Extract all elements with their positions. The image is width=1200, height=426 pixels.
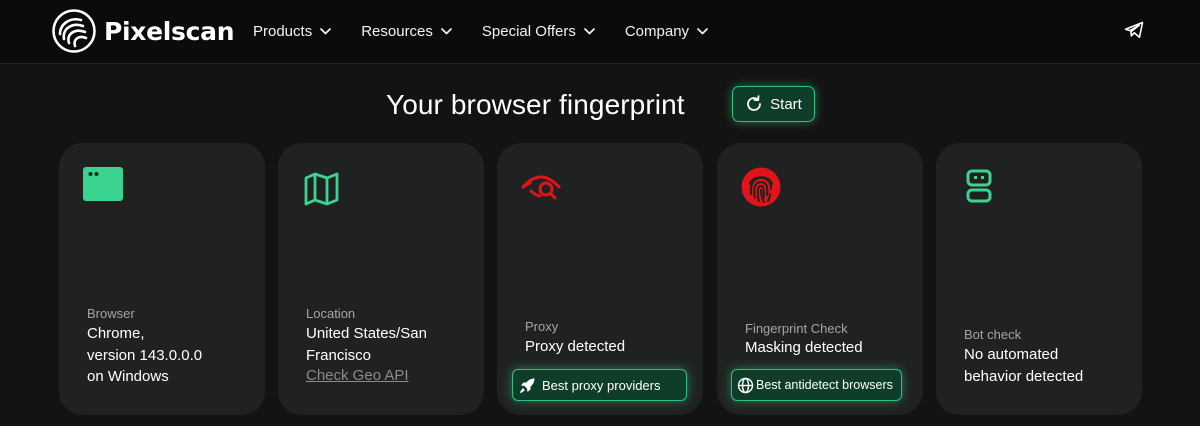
best-antidetect-browsers-label: Best antidetect browsers: [756, 378, 893, 392]
location-value-line: Francisco: [306, 346, 372, 364]
nav-company-label: Company: [624, 22, 690, 40]
map-icon: [302, 167, 342, 207]
telegram-icon[interactable]: [1124, 21, 1144, 39]
proxy-value: Proxy detected: [525, 338, 626, 355]
nav-special-offers-label: Special Offers: [481, 22, 576, 40]
chevron-down-icon: [697, 27, 708, 34]
best-antidetect-browsers-button[interactable]: Best antidetect browsers: [731, 369, 902, 401]
browser-value-line: version 143.0.0.0: [87, 346, 203, 364]
eye-search-icon: [521, 167, 561, 207]
nav-resources-label: Resources: [361, 22, 433, 40]
bot-check-card: Bot check No automated behavior detected: [936, 143, 1142, 415]
nav-products-label: Products: [253, 22, 313, 40]
top-navbar: Pixelscan Products Resources Special Off…: [0, 0, 1200, 64]
best-proxy-providers-label: Best proxy providers: [542, 377, 661, 393]
pixelscan-logo-icon: [52, 9, 96, 53]
browser-value: Chrome, version 143.0.0.0 on Windows: [87, 323, 202, 388]
chevron-down-icon: [320, 27, 332, 34]
refresh-icon: [747, 95, 762, 111]
browser-value-line: on Windows: [87, 368, 169, 385]
chevron-down-icon: [583, 27, 595, 34]
robot-icon: [960, 167, 1000, 207]
location-value: United States/San Francisco: [306, 323, 427, 366]
bot-check-value-line: No automated: [964, 346, 1059, 363]
nav-resources[interactable]: Resources: [361, 20, 452, 42]
browser-value-line: Chrome,: [87, 325, 145, 342]
fingerprint-value: Masking detected: [745, 339, 863, 356]
main-nav: Products Resources Special Offers Compan…: [253, 20, 708, 42]
start-button-label: Start: [770, 95, 802, 113]
nav-special-offers[interactable]: Special Offers: [482, 20, 595, 42]
brand-name: Pixelscan: [104, 16, 235, 46]
fingerprint-label: Fingerprint Check: [745, 321, 848, 336]
best-proxy-providers-button[interactable]: Best proxy providers: [512, 369, 687, 401]
bot-check-label: Bot check: [964, 327, 1022, 342]
proxy-card: Proxy Proxy detected Best proxy provider…: [497, 143, 703, 415]
page-title: Your browser fingerprint: [386, 89, 685, 120]
browser-label: Browser: [87, 306, 135, 321]
bot-check-value-line: behavior detected: [964, 367, 1084, 385]
fingerprint-icon: [741, 167, 781, 207]
bot-check-value: No automated behavior detected: [964, 344, 1083, 387]
location-label: Location: [306, 306, 356, 321]
start-button[interactable]: Start: [732, 86, 815, 122]
browser-card: Browser Chrome, version 143.0.0.0 on Win…: [59, 143, 265, 415]
browser-window-icon: [83, 167, 123, 207]
nav-company[interactable]: Company: [625, 20, 708, 42]
globe-icon: [737, 377, 754, 393]
rocket-icon: [519, 378, 535, 393]
proxy-label: Proxy: [525, 319, 559, 334]
location-value-line: United States/San: [306, 325, 427, 342]
chevron-down-icon: [441, 27, 452, 34]
fingerprint-card: Fingerprint Check Masking detected Best …: [717, 143, 923, 415]
check-geo-api-link[interactable]: Check Geo API: [306, 367, 409, 384]
nav-products[interactable]: Products: [253, 20, 332, 42]
brand-logo[interactable]: Pixelscan: [52, 9, 235, 53]
location-card: Location United States/San Francisco Che…: [278, 143, 484, 415]
